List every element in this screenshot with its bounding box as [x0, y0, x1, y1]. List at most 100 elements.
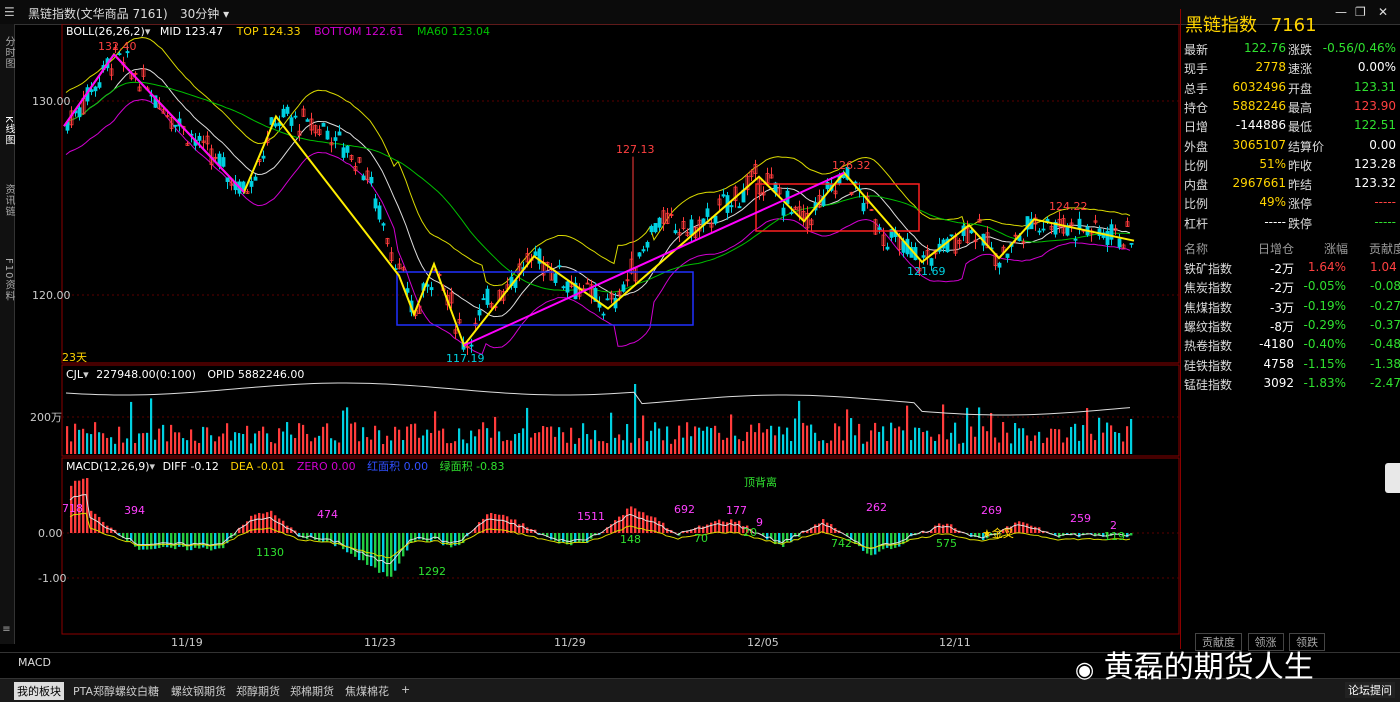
volume-bar [822, 440, 824, 454]
tab-my-sector[interactable]: 我的板块 [14, 682, 64, 700]
boll-top: TOP 124.33 [237, 25, 301, 38]
volume-bar [618, 434, 620, 454]
label-low-2: 121.69 [907, 265, 946, 278]
open-interest-line [66, 383, 1130, 415]
quote-value: 123.32 [1354, 176, 1396, 190]
volume-bar [1014, 423, 1016, 454]
index-name: 硅铁指数 [1184, 357, 1232, 374]
boll-ma60: MA60 123.04 [417, 25, 490, 38]
tab-kline[interactable]: K线图 [0, 116, 14, 146]
volume-bar [130, 402, 132, 454]
macd-bar [178, 533, 180, 547]
index-row[interactable]: 焦煤指数-3万-0.19%-0.27 [1184, 299, 1398, 318]
quote-row: 杠杆-----跌停----- [1184, 215, 1398, 234]
index-col-name: 名称 [1184, 240, 1208, 257]
tab-timeshare[interactable]: 分时图 [0, 36, 14, 69]
candle-body [342, 148, 345, 158]
macd-bar [490, 513, 492, 533]
index-contrib: -1.38 [1370, 357, 1400, 371]
macd-bar [170, 533, 172, 548]
tab-pta[interactable]: PTA郑醇螺纹白糖 [70, 682, 162, 700]
quote-label: 最新 [1184, 41, 1208, 58]
volume-bar [222, 433, 224, 454]
volume-bar [1054, 429, 1056, 454]
index-row[interactable]: 焦炭指数-2万-0.05%-0.08 [1184, 279, 1398, 298]
tab-coking-cotton[interactable]: 焦煤棉花 [342, 682, 392, 700]
index-row[interactable]: 铁矿指数-2万1.64%1.04 [1184, 260, 1398, 279]
kline-chart[interactable]: 130.00 120.00 23天 200万 0.00 -1.00 11/19 … [14, 24, 1180, 650]
volume-bar [306, 434, 308, 454]
quote-value: 2967661 [1233, 176, 1286, 190]
quote-label: 持仓 [1184, 99, 1208, 116]
candle-body [406, 289, 409, 293]
volume-bar [534, 433, 536, 454]
volume-bar [210, 435, 212, 454]
candle-body [706, 209, 709, 217]
tab-cotton[interactable]: 郑棉期货 [287, 682, 337, 700]
index-row[interactable]: 热卷指数-4180-0.40%-0.48 [1184, 337, 1398, 356]
macd-bar [526, 527, 528, 533]
menu-icon[interactable]: ☰ [4, 5, 15, 19]
tab-rebar[interactable]: 螺纹钢期货 [168, 682, 229, 700]
indicator-label[interactable]: MACD [18, 656, 51, 669]
macd-bar [562, 533, 564, 542]
macd-bar [354, 533, 356, 557]
volume-bar [846, 409, 848, 454]
index-row[interactable]: 锰硅指数3092-1.83%-2.47 [1184, 376, 1398, 395]
tab-news-chain[interactable]: 资讯链 [0, 184, 14, 217]
volume-bar [254, 433, 256, 454]
volume-bar [414, 424, 416, 454]
macd-bar [106, 526, 108, 533]
volume-bar [1094, 440, 1096, 454]
index-name: 热卷指数 [1184, 337, 1232, 354]
hamburger-icon[interactable]: ≡ [0, 624, 14, 635]
index-col-contrib: 贡献度 [1369, 240, 1400, 257]
macd-bar [854, 533, 856, 544]
candle-body [1006, 254, 1009, 257]
volume-bar [990, 413, 992, 454]
quote-panel: 黑链指数 7161 最新122.76涨跌-0.56/0.46%现手2778速涨0… [1180, 9, 1400, 649]
candle-body [998, 263, 1001, 267]
candle-body [878, 228, 881, 230]
volume-bar [682, 438, 684, 454]
quote-label: 比例 [1184, 157, 1208, 174]
macd-bar [326, 533, 328, 541]
macd-bar [786, 533, 788, 542]
quote-row: 总手6032496开盘123.31 [1184, 80, 1398, 99]
volume-bar [594, 430, 596, 454]
quote-value: ----- [1374, 195, 1396, 209]
volume-bar [802, 423, 804, 454]
watermark: ◉ 黄磊的期货人生 [1075, 642, 1314, 686]
macd-bar [154, 533, 156, 549]
add-tab-button[interactable]: + [398, 682, 413, 697]
forum-button[interactable]: 论坛提问 [1345, 682, 1395, 698]
macd-bar [102, 522, 104, 533]
candle-body [222, 158, 225, 167]
side-expand-button[interactable] [1385, 463, 1400, 493]
macd-bar [166, 533, 168, 547]
quote-label: 开盘 [1288, 80, 1312, 97]
volume-bar [974, 437, 976, 454]
macd-annotation: 394 [124, 504, 145, 517]
macd-diff: DIFF -0.12 [163, 460, 219, 473]
forum-label: 论坛提问 [1348, 684, 1392, 697]
label-high-1: 132.40 [98, 40, 137, 53]
macd-name: MACD(12,26,9) [66, 460, 150, 473]
volume-bar [198, 443, 200, 454]
volume-bar [194, 441, 196, 454]
macd-bar [1034, 527, 1036, 533]
tab-f10[interactable]: F10资料 [0, 258, 14, 301]
macd-bar [494, 514, 496, 533]
volume-bar [214, 441, 216, 454]
label-high-3: 124.22 [1049, 200, 1088, 213]
tab-methanol[interactable]: 郑醇期货 [233, 682, 283, 700]
period-selector[interactable]: 30分钟 ▾ [180, 5, 229, 22]
candle-body [562, 287, 565, 288]
index-row[interactable]: 螺纹指数-8万-0.29%-0.37 [1184, 318, 1398, 337]
candle-body [1038, 231, 1041, 232]
index-row[interactable]: 硅铁指数4758-1.15%-1.38 [1184, 357, 1398, 376]
candle-body [482, 299, 485, 300]
instrument-title[interactable]: 黑链指数(文华商品 7161) [28, 5, 168, 22]
volume-bar [582, 423, 584, 454]
quote-row: 内盘2967661昨结123.32 [1184, 176, 1398, 195]
